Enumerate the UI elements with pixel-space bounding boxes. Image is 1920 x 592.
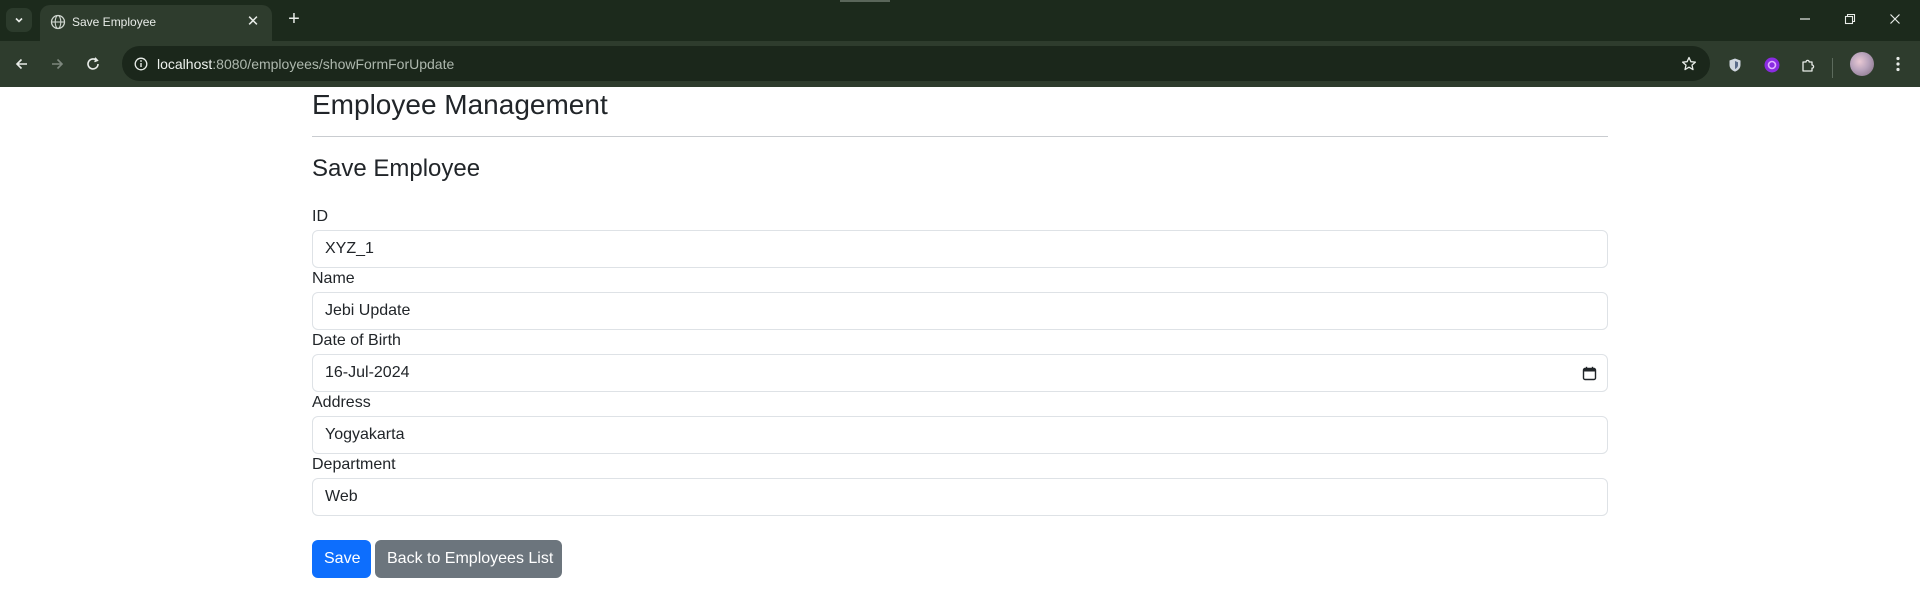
forward-button[interactable] (44, 51, 70, 77)
department-field[interactable] (312, 478, 1608, 516)
id-field[interactable] (312, 230, 1608, 268)
extension-shield-button[interactable] (1723, 53, 1747, 77)
name-field[interactable] (312, 292, 1608, 330)
chevron-down-icon (15, 17, 23, 23)
arrow-right-icon (52, 58, 64, 70)
url-path: :8080/employees/showFormForUpdate (212, 56, 455, 72)
form-title: Save Employee (312, 155, 481, 182)
department-label: Department (312, 456, 396, 473)
close-window-button[interactable] (1880, 8, 1910, 32)
save-button[interactable]: Save (312, 540, 371, 578)
page-title: Employee Management (312, 89, 608, 120)
browser-menu-button[interactable] (1888, 52, 1908, 76)
close-icon (1890, 14, 1900, 24)
back-to-list-button[interactable]: Back to Employees List (375, 540, 562, 578)
extensions-button[interactable] (1796, 53, 1820, 77)
info-icon (134, 57, 148, 71)
window-drag-handle[interactable] (840, 0, 890, 2)
toolbar-divider (1832, 58, 1833, 78)
browser-toolbar: localhost:8080/employees/showFormForUpda… (0, 41, 1920, 87)
close-icon[interactable]: ✕ (244, 13, 262, 31)
puzzle-icon (1802, 59, 1815, 72)
avatar[interactable] (1850, 52, 1874, 76)
star-icon (1681, 56, 1697, 71)
address-field[interactable] (312, 416, 1608, 454)
tab-list-button[interactable] (6, 8, 32, 32)
address-label: Address (312, 394, 371, 411)
more-vertical-icon (1896, 56, 1900, 72)
extension-purple-button[interactable] (1760, 53, 1784, 77)
tab-save-employee[interactable]: Save Employee ✕ (40, 5, 272, 41)
address-bar[interactable]: localhost:8080/employees/showFormForUpda… (122, 46, 1710, 81)
plus-icon: + (288, 8, 300, 30)
globe-icon (50, 14, 66, 30)
minimize-icon (1800, 18, 1810, 20)
arrow-left-icon (15, 58, 27, 70)
minimize-button[interactable] (1790, 8, 1820, 32)
site-info-button[interactable] (130, 53, 152, 75)
id-label: ID (312, 208, 328, 225)
date-of-birth-field[interactable] (312, 354, 1608, 392)
title-divider (312, 136, 1608, 137)
name-label: Name (312, 270, 355, 287)
new-tab-button[interactable]: + (282, 8, 306, 32)
reload-icon (87, 57, 99, 70)
reload-button[interactable] (80, 51, 106, 77)
back-button[interactable] (9, 51, 35, 77)
url-text: localhost:8080/employees/showFormForUpda… (157, 56, 454, 72)
shield-icon (1729, 58, 1741, 72)
browser-tab-strip: Save Employee ✕ + (0, 0, 1920, 41)
tab-title: Save Employee (72, 15, 157, 29)
calendar-icon[interactable] (1580, 364, 1598, 382)
extension-icon (1764, 57, 1780, 73)
bookmark-button[interactable] (1678, 53, 1700, 75)
url-host: localhost (157, 56, 213, 72)
restore-button[interactable] (1835, 8, 1865, 32)
restore-icon (1844, 13, 1856, 25)
date-of-birth-label: Date of Birth (312, 332, 401, 349)
